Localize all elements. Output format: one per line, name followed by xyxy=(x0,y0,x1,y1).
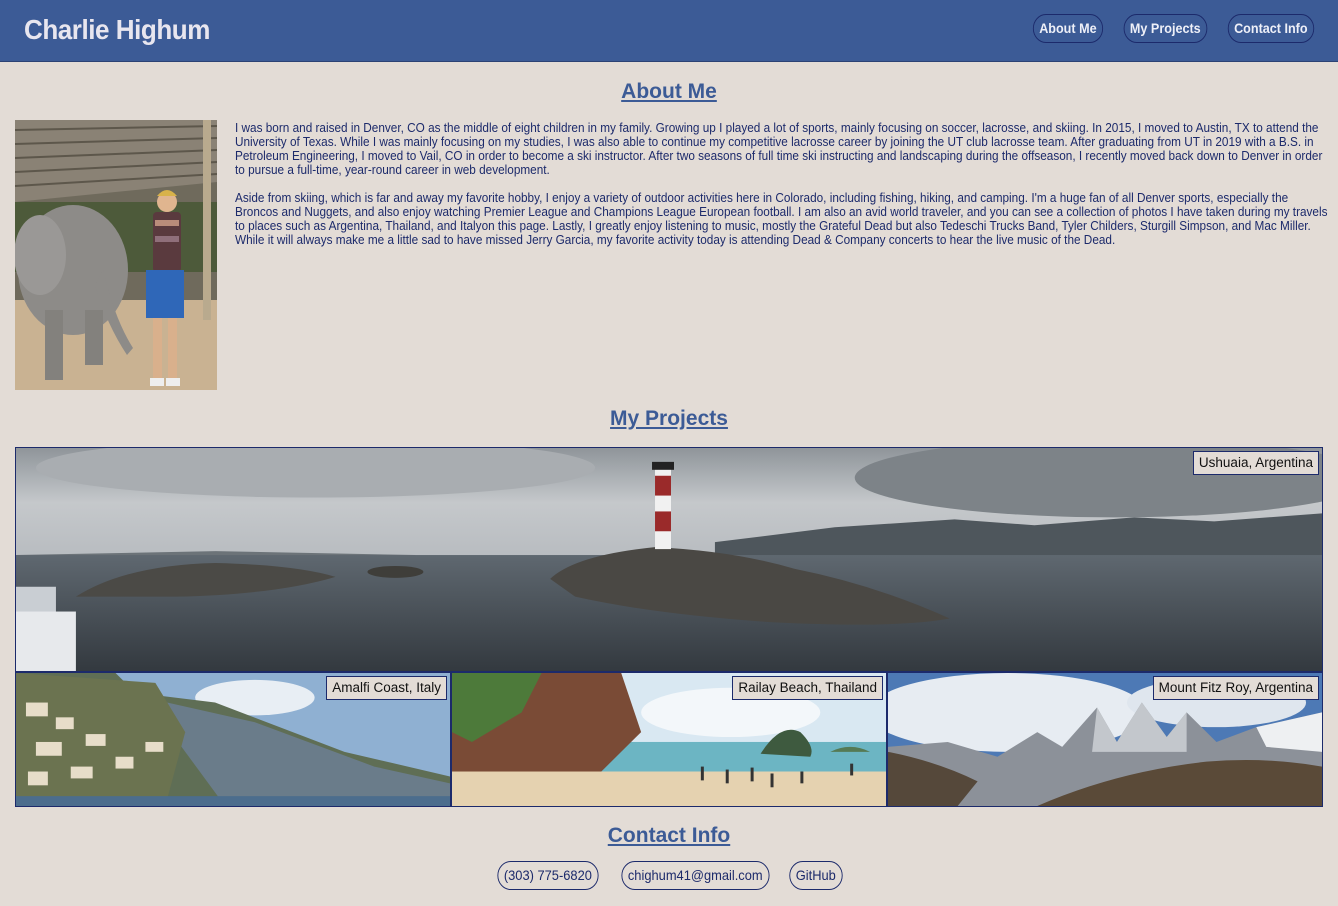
caption-fitz-roy: Mount Fitz Roy, Argentina xyxy=(1152,676,1319,700)
email-link[interactable]: chighum41@gmail.com xyxy=(621,861,769,890)
projects-heading: My Projects xyxy=(610,407,728,430)
caption-amalfi: Amalfi Coast, Italy xyxy=(326,676,447,700)
site-header: Charlie Highum About Me My Projects Cont… xyxy=(0,0,1338,62)
profile-photo xyxy=(15,120,217,390)
nav-my-projects[interactable]: My Projects xyxy=(1123,14,1207,43)
about-heading: About Me xyxy=(621,80,717,103)
caption-ushuaia: Ushuaia, Argentina xyxy=(1192,451,1319,475)
contact-heading: Contact Info xyxy=(607,824,731,847)
project-tile-fitz-roy[interactable]: Mount Fitz Roy, Argentina xyxy=(887,672,1323,807)
github-link[interactable]: GitHub xyxy=(789,861,843,890)
nav-about-me[interactable]: About Me xyxy=(1032,14,1103,43)
about-paragraph-1: I was born and raised in Denver, CO as t… xyxy=(235,121,1323,177)
caption-railay: Railay Beach, Thailand xyxy=(732,676,883,700)
about-paragraph-2: Aside from skiing, which is far and away… xyxy=(235,191,1328,247)
site-title: Charlie Highum xyxy=(24,14,210,45)
project-tile-amalfi[interactable]: Amalfi Coast, Italy xyxy=(15,672,451,807)
about-text: I was born and raised in Denver, CO as t… xyxy=(235,121,1333,247)
phone-link[interactable]: (303) 775-6820 xyxy=(497,861,599,890)
project-gallery: Ushuaia, Argentina Amalfi Coast, Italy R… xyxy=(15,447,1323,807)
project-tile-railay[interactable]: Railay Beach, Thailand xyxy=(451,672,887,807)
nav-contact-info[interactable]: Contact Info xyxy=(1228,14,1315,43)
main-nav: About Me My Projects Contact Info xyxy=(1029,14,1319,43)
contact-links: (303) 775-6820 chighum41@gmail.com GitHu… xyxy=(0,861,1338,890)
project-tile-ushuaia[interactable]: Ushuaia, Argentina xyxy=(15,447,1323,672)
